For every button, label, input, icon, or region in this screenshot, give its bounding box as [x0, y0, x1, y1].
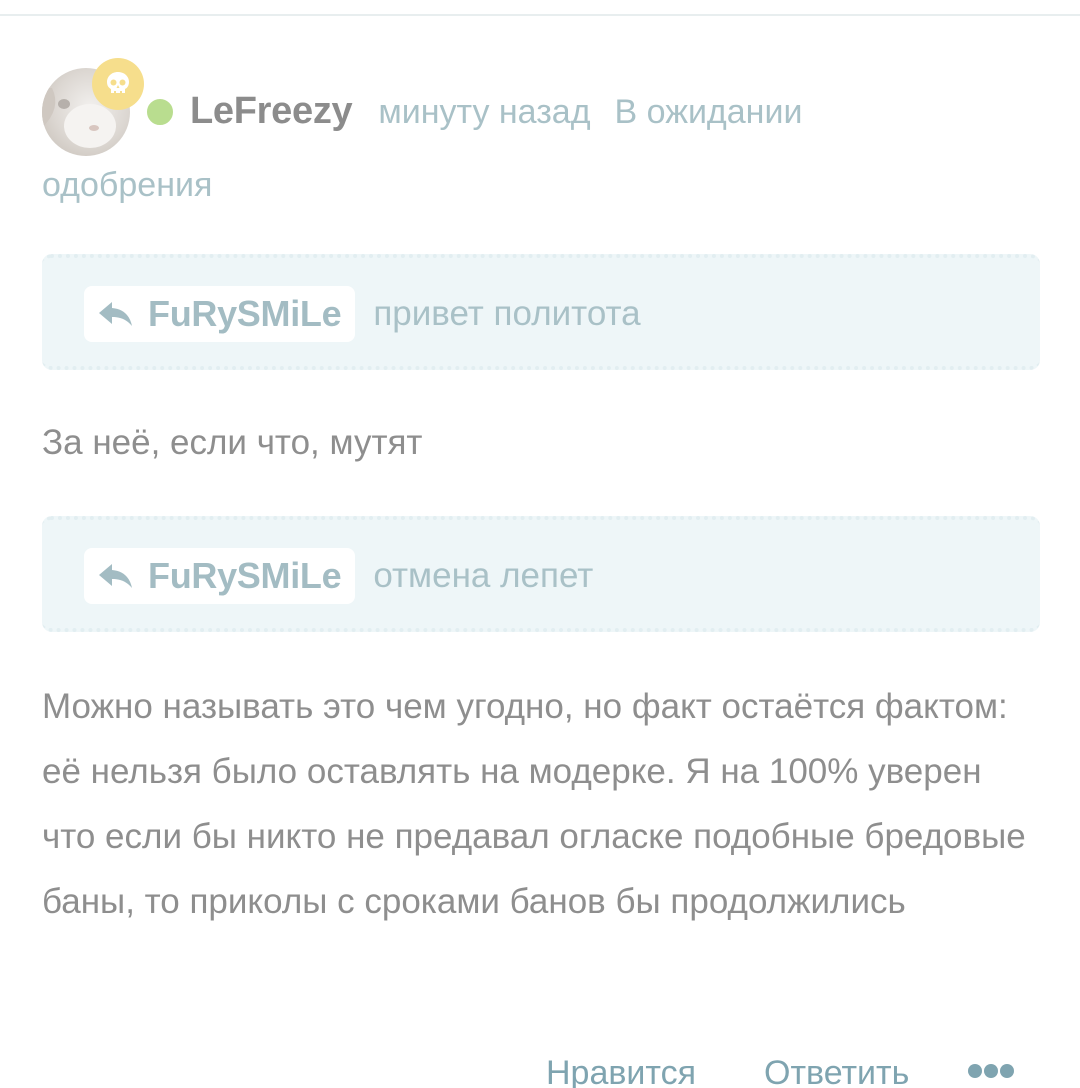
more-dots-icon[interactable] — [968, 1064, 1014, 1080]
reply-quote[interactable]: FuRySMiLe привет политота — [42, 254, 1040, 370]
comment-actions: Нравится Ответить — [0, 1050, 1080, 1088]
online-status-dot — [144, 96, 176, 128]
comment-paragraph: За неё, если что, мутят — [42, 423, 423, 462]
skull-badge — [92, 58, 144, 110]
quote-text: привет политота — [373, 294, 641, 333]
moderation-status: В ожидании — [614, 93, 803, 131]
comment-meta: LeFreezy минуту назад В ожидании — [190, 86, 826, 137]
comment-card: LeFreezy минуту назад В ожидании одобрения… — [42, 56, 1042, 921]
moderation-status-continued: одобрения — [42, 166, 213, 204]
reply-quote[interactable]: FuRySMiLe отмена лепет — [42, 516, 1040, 632]
reply-button[interactable]: Ответить — [764, 1054, 909, 1088]
reply-author-name: FuRySMiLe — [148, 555, 342, 596]
comment-header: LeFreezy минуту назад В ожидании одобрения — [42, 56, 1042, 204]
skull-icon — [107, 72, 129, 93]
reply-author-name: FuRySMiLe — [148, 293, 342, 334]
reply-arrow-icon — [99, 564, 132, 588]
divider — [0, 14, 1080, 16]
reply-author-chip[interactable]: FuRySMiLe — [84, 286, 356, 342]
comment-screen: LeFreezy минуту назад В ожидании одобрения… — [0, 0, 1080, 1088]
username[interactable]: LeFreezy — [190, 90, 353, 132]
comment-paragraph: Можно называть это чем угодно, но факт о… — [42, 687, 1026, 921]
reply-author-chip[interactable]: FuRySMiLe — [84, 548, 356, 604]
reply-arrow-icon — [99, 302, 132, 326]
like-button[interactable]: Нравится — [546, 1054, 696, 1088]
quote-text: отмена лепет — [373, 556, 594, 595]
comment-time: минуту назад — [378, 93, 591, 131]
